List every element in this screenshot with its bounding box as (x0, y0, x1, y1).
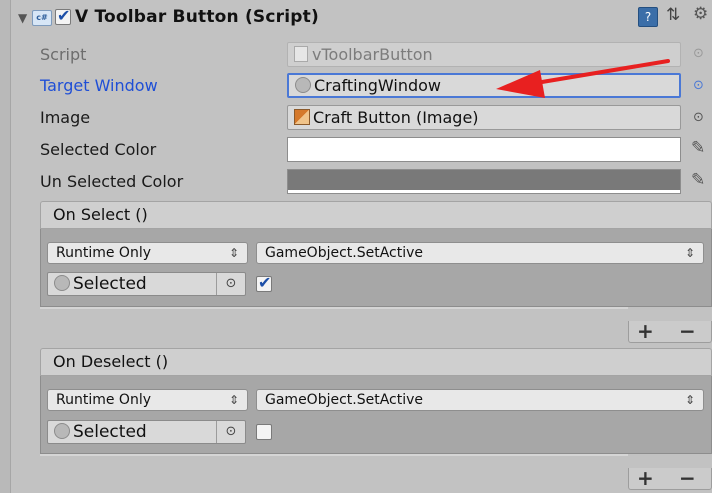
annotation-arrow (496, 59, 670, 98)
annotation-arrow-head (496, 70, 545, 98)
annotation-arrow-shaft (528, 59, 670, 86)
